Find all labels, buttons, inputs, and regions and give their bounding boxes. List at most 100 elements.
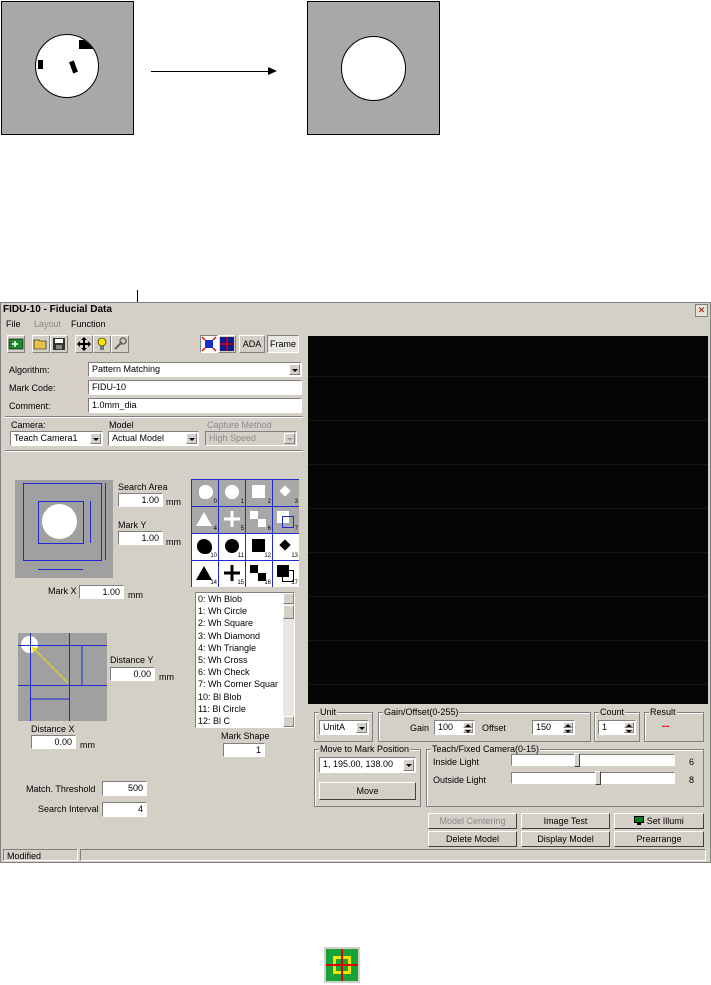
inside-light-value: 6 — [689, 757, 695, 767]
set-illumi-button[interactable]: Set Illumi — [614, 813, 704, 829]
scroll-down-icon[interactable] — [283, 716, 294, 727]
delete-model-button[interactable]: Delete Model — [428, 831, 517, 847]
light-button[interactable] — [93, 335, 111, 353]
model-value: Actual Model — [112, 433, 165, 443]
distance-x-input[interactable]: 0.00 — [31, 735, 76, 749]
shape-bl-corner-square[interactable]: 17 — [273, 561, 299, 587]
unit-mm: mm — [80, 740, 95, 750]
model-centering-button[interactable]: Model Centering — [428, 813, 517, 829]
shape-bl-blob[interactable]: 10 — [192, 534, 218, 560]
frame-fit-icon — [201, 336, 217, 352]
spin-arrows-icon[interactable] — [563, 722, 573, 733]
mark-x-input[interactable]: 1.00 — [79, 585, 124, 599]
inside-light-slider[interactable] — [511, 753, 675, 767]
unit-select[interactable]: UnitA — [319, 720, 369, 735]
model-select[interactable]: Actual Model — [108, 431, 199, 446]
shape-bl-diamond[interactable]: 13 — [273, 534, 299, 560]
scroll-up-icon[interactable] — [283, 593, 294, 604]
shape-wh-corner-square[interactable]: 7 — [273, 507, 299, 533]
count-stepper[interactable]: 1 — [598, 720, 636, 735]
blot-mark — [69, 60, 78, 74]
view-frame-button[interactable] — [200, 335, 218, 353]
capture-method-select[interactable]: High Speed — [205, 431, 297, 446]
shape-wh-check[interactable]: 6 — [246, 507, 272, 533]
frame-button[interactable]: Frame — [267, 335, 299, 353]
shape-bl-square[interactable]: 12 — [246, 534, 272, 560]
chevron-down-icon — [289, 364, 300, 375]
search-area-input[interactable]: 1.00 — [118, 493, 163, 507]
shape-bl-cross[interactable]: 15 — [219, 561, 245, 587]
open-button[interactable] — [32, 335, 50, 353]
list-item[interactable]: 4: Wh Triangle — [196, 642, 282, 654]
outside-light-slider[interactable] — [511, 771, 675, 785]
list-item[interactable]: 3: Wh Diamond — [196, 630, 282, 642]
list-item[interactable]: 1: Wh Circle — [196, 605, 282, 617]
list-item[interactable]: 10: Bl Blob — [196, 691, 282, 703]
camera-view[interactable] — [308, 336, 708, 704]
ada-button[interactable]: ADA — [239, 335, 265, 353]
save-button[interactable] — [50, 335, 68, 353]
camera-select[interactable]: Teach Camera1 — [10, 431, 103, 446]
display-model-button[interactable]: Display Model — [521, 831, 610, 847]
shape-number: 15 — [237, 580, 244, 586]
shape-wh-square[interactable]: 2 — [246, 480, 272, 506]
list-item[interactable]: 0: Wh Blob — [196, 593, 282, 605]
list-item[interactable]: 12: Bl C — [196, 715, 282, 727]
slider-thumb[interactable] — [594, 771, 601, 785]
menu-file[interactable]: File — [6, 318, 21, 331]
shape-wh-triangle[interactable]: 4 — [192, 507, 218, 533]
grid-view-icon — [220, 337, 234, 351]
offset-label: Offset — [482, 723, 506, 733]
scrollbar[interactable] — [283, 593, 294, 727]
menu-function[interactable]: Function — [71, 318, 106, 331]
match-threshold-input[interactable]: 500 — [102, 781, 147, 796]
spin-arrows-icon[interactable] — [463, 722, 473, 733]
slider-thumb[interactable] — [573, 753, 580, 767]
list-item[interactable]: 7: Wh Corner Squar — [196, 678, 282, 690]
mark-y-input[interactable]: 1.00 — [118, 531, 163, 545]
shape-number: 12 — [264, 553, 271, 559]
list-item[interactable]: 5: Wh Cross — [196, 654, 282, 666]
open-folder-icon — [33, 339, 47, 350]
menu-layout[interactable]: Layout — [34, 318, 61, 331]
view-grid-button[interactable] — [218, 335, 236, 353]
distance-y-input[interactable]: 0.00 — [110, 667, 155, 681]
add-model-button[interactable] — [7, 335, 25, 353]
algorithm-label: Algorithm: — [9, 365, 50, 375]
shape-bl-triangle[interactable]: 14 — [192, 561, 218, 587]
move-cross-button[interactable] — [75, 335, 93, 353]
list-item[interactable]: 6: Wh Check — [196, 666, 282, 678]
comment-input[interactable]: 1.0mm_dia — [88, 398, 302, 413]
shape-number: 5 — [240, 526, 244, 532]
algorithm-select[interactable]: Pattern Matching — [88, 362, 302, 377]
shape-number: 6 — [267, 526, 271, 532]
shape-bl-circle[interactable]: 11 — [219, 534, 245, 560]
shape-number: 13 — [291, 553, 298, 559]
tool-button[interactable] — [111, 335, 129, 353]
spin-arrows-icon[interactable] — [624, 722, 634, 733]
shape-wh-diamond[interactable]: 3 — [273, 480, 299, 506]
status-pane-empty — [80, 849, 706, 861]
scroll-thumb[interactable] — [283, 605, 294, 619]
move-button[interactable]: Move — [319, 782, 416, 800]
mark-code-input[interactable]: FIDU-10 — [88, 380, 302, 395]
mark-position-select[interactable]: 1, 195.00, 138.00 — [319, 757, 416, 773]
after-image — [307, 1, 440, 135]
shape-list[interactable]: 0: Wh Blob 1: Wh Circle 2: Wh Square 3: … — [195, 592, 295, 728]
image-test-button[interactable]: Image Test — [521, 813, 610, 829]
monitor-icon — [634, 816, 645, 825]
search-interval-input[interactable]: 4 — [102, 802, 147, 817]
shape-bl-check[interactable]: 16 — [246, 561, 272, 587]
list-item[interactable]: 11: Bl Circle — [196, 703, 282, 715]
mark-shape-input[interactable]: 1 — [223, 743, 265, 757]
shape-wh-circle[interactable]: 1 — [219, 480, 245, 506]
shape-wh-blob[interactable]: 0 — [192, 480, 218, 506]
close-button[interactable]: ✕ — [695, 304, 708, 317]
list-item[interactable]: 2: Wh Square — [196, 617, 282, 629]
shape-wh-cross[interactable]: 5 — [219, 507, 245, 533]
blotted-circle — [35, 34, 99, 98]
prearrange-button[interactable]: Prearrange — [614, 831, 704, 847]
gain-stepper[interactable]: 100 — [434, 720, 475, 735]
model-label: Model — [109, 420, 134, 430]
offset-stepper[interactable]: 150 — [532, 720, 575, 735]
